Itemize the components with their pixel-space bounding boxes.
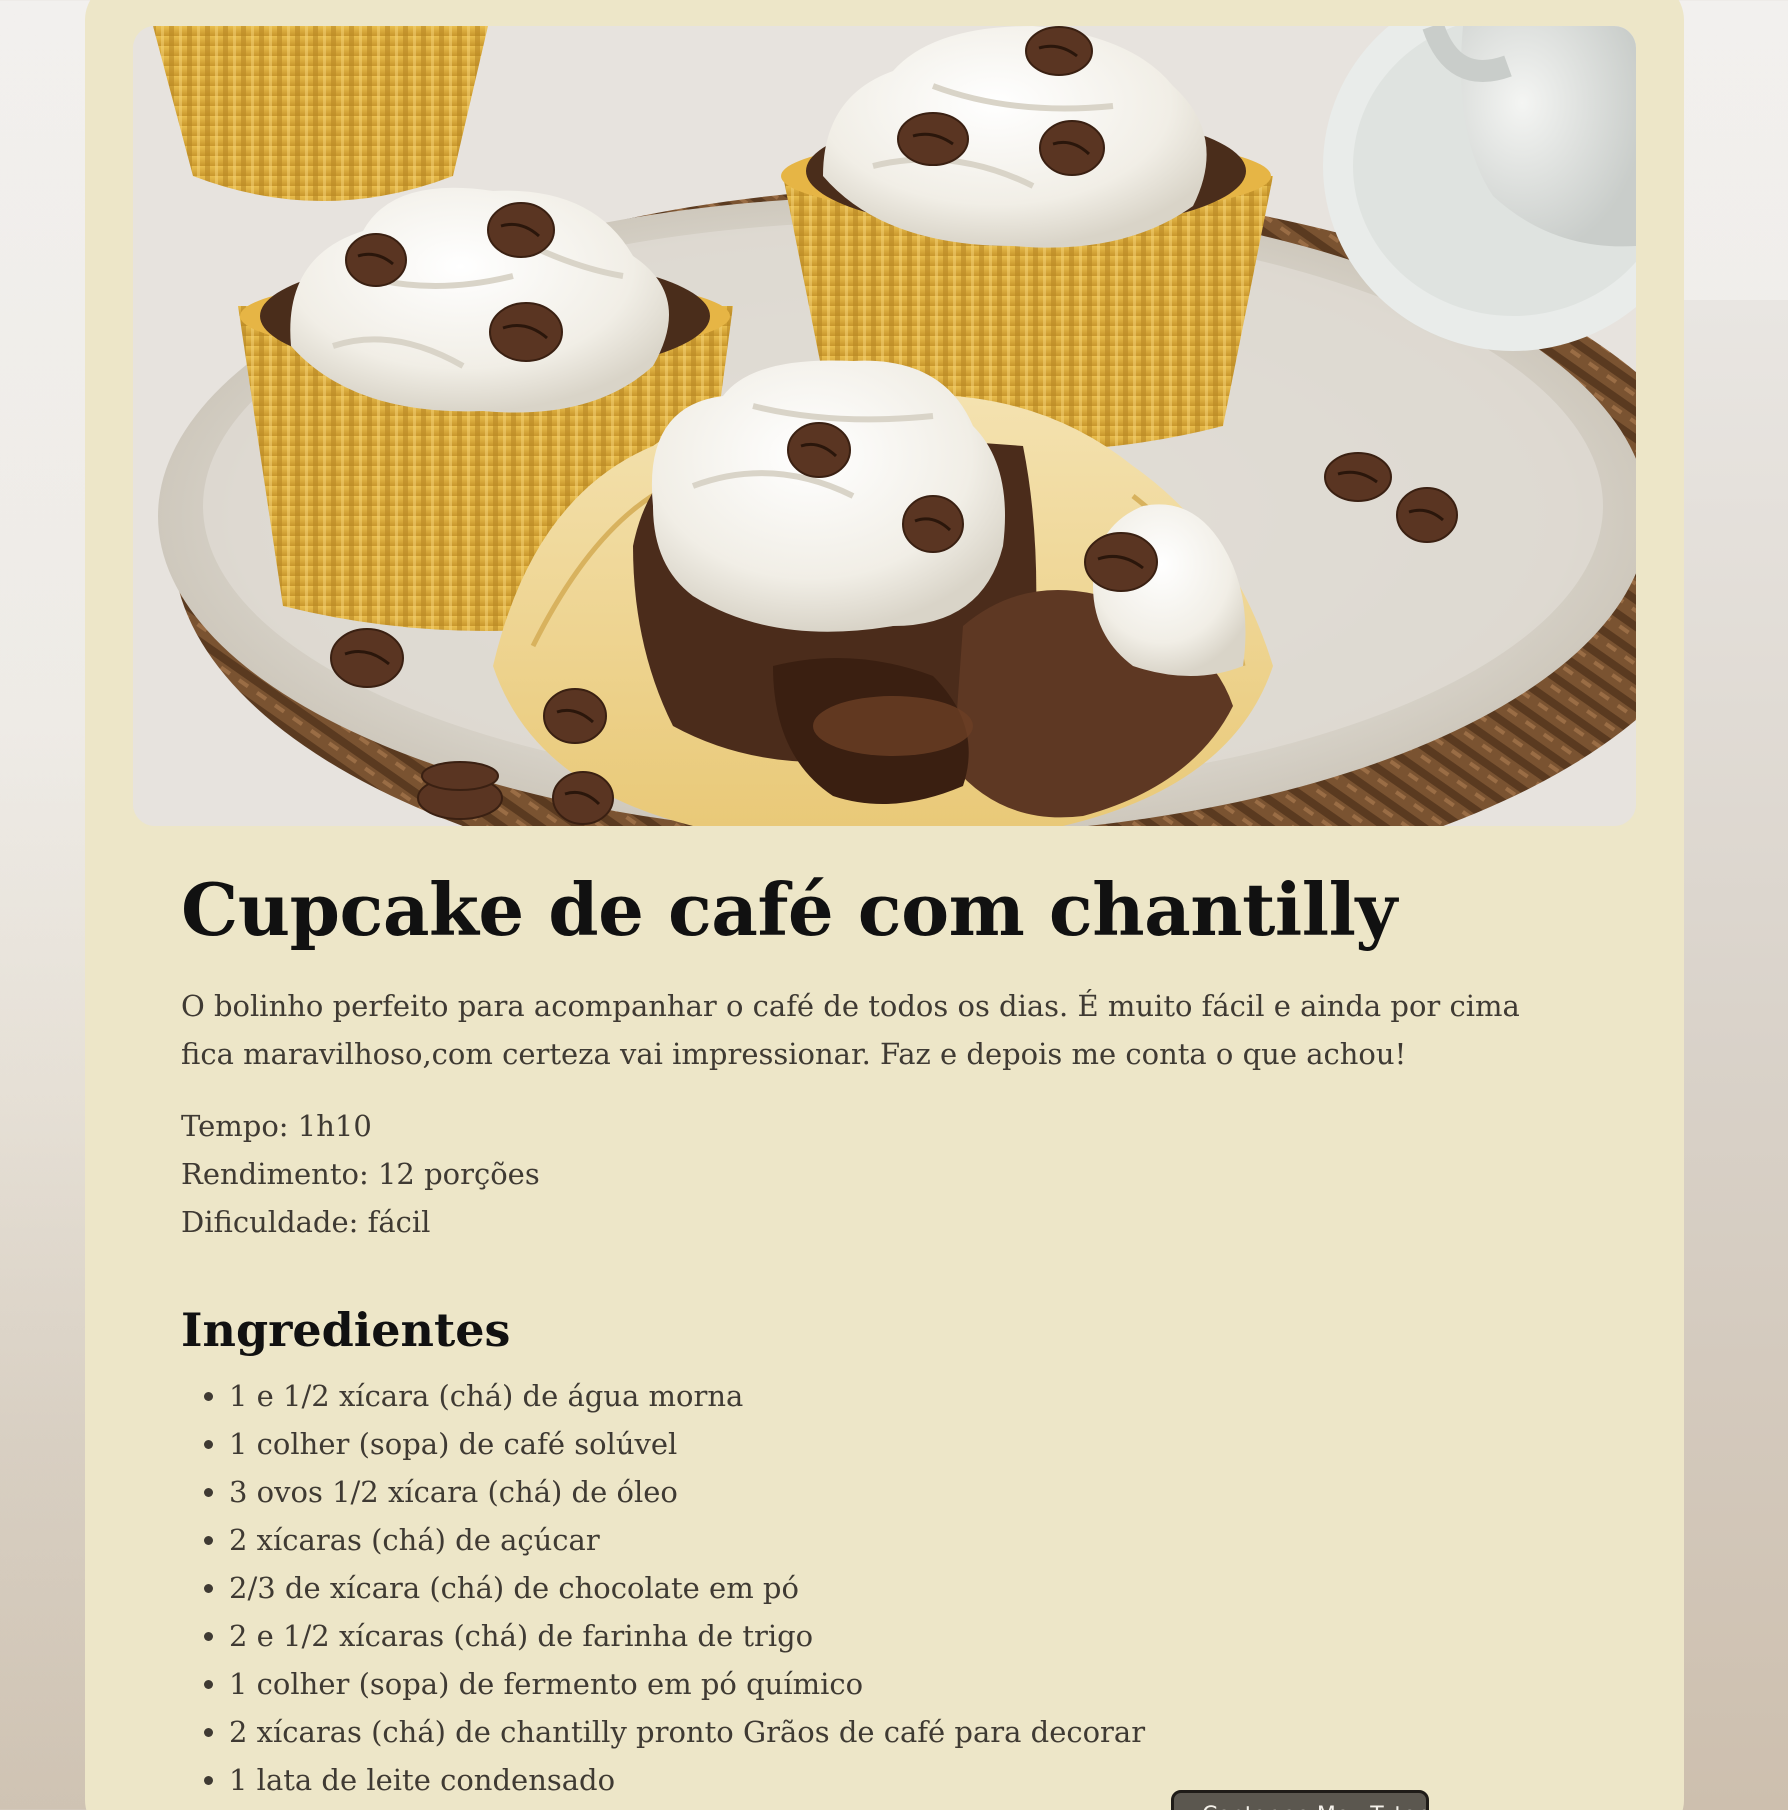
ingredient-item: 2 xícaras (chá) de açúcar bbox=[229, 1516, 1581, 1564]
recipe-difficulty: Dificuldade: fácil bbox=[181, 1205, 431, 1239]
ingredient-item: 2 e 1/2 xícaras (chá) de farinha de trig… bbox=[229, 1612, 1581, 1660]
recipe-description: O bolinho perfeito para acompanhar o caf… bbox=[181, 989, 1520, 1071]
recipe-card: Cupcake de café com chantilly O bolinho … bbox=[85, 0, 1684, 1810]
recipe-title: Cupcake de café com chantilly bbox=[181, 867, 1397, 952]
tell-tutor-button[interactable]: Contar ao Meu Tutor bbox=[1171, 1790, 1429, 1810]
recipe-yield: Rendimento: 12 porções bbox=[181, 1157, 540, 1191]
recipe-content: Cupcake de café com chantilly O bolinho … bbox=[181, 860, 1581, 1804]
ingredients-list: 1 e 1/2 xícara (chá) de água morna 1 col… bbox=[181, 1372, 1581, 1804]
recipe-time: Tempo: 1h10 bbox=[181, 1109, 372, 1143]
ingredients-heading: Ingredientes bbox=[181, 1303, 511, 1357]
ingredient-item: 1 e 1/2 xícara (chá) de água morna bbox=[229, 1372, 1581, 1420]
ingredient-item: 1 colher (sopa) de café solúvel bbox=[229, 1420, 1581, 1468]
recipe-meta: Tempo: 1h10 Rendimento: 12 porções Dific… bbox=[181, 1102, 1581, 1246]
ingredient-item: 1 colher (sopa) de fermento em pó químic… bbox=[229, 1660, 1581, 1708]
ingredient-item: 2 xícaras (chá) de chantilly pronto Grão… bbox=[229, 1708, 1581, 1756]
ingredient-item: 2/3 de xícara (chá) de chocolate em pó bbox=[229, 1564, 1581, 1612]
ingredient-item: 3 ovos 1/2 xícara (chá) de óleo bbox=[229, 1468, 1581, 1516]
recipe-hero-image bbox=[133, 26, 1636, 826]
